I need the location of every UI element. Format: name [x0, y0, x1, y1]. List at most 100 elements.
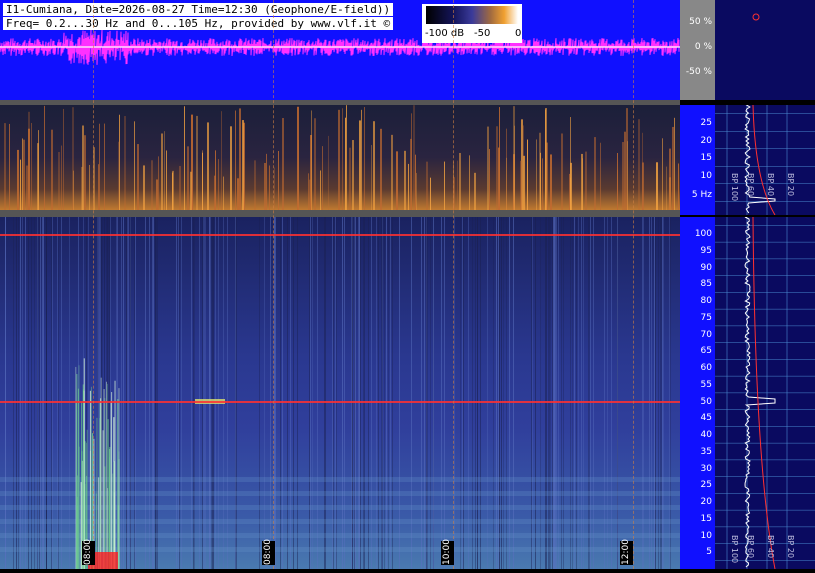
spectral-streak	[569, 173, 570, 210]
spectral-column	[548, 217, 549, 569]
burst-streak	[102, 430, 104, 569]
high-tick: 30	[700, 463, 712, 474]
spectral-column	[22, 217, 23, 569]
high-tick: 25	[700, 480, 712, 491]
spectral-column	[312, 217, 313, 569]
spectral-column	[128, 217, 129, 569]
spectral-column	[205, 217, 206, 569]
spectral-streak	[674, 117, 675, 210]
time-gridline	[633, 0, 634, 569]
side-spectrum-high: BP 100 BP 60 BP 40 BP 20	[715, 216, 815, 570]
spectral-column	[317, 217, 318, 569]
spectral-column	[576, 217, 577, 569]
spectral-column	[441, 217, 442, 569]
spectral-column	[607, 217, 608, 569]
spectral-column	[145, 217, 146, 569]
colorbar-gradient	[426, 6, 518, 24]
spectral-streak	[489, 149, 490, 210]
spectral-column	[69, 217, 70, 569]
spectral-streak	[99, 123, 100, 210]
time-gridline	[93, 0, 94, 569]
spectral-column	[28, 217, 29, 569]
spectral-streak	[410, 138, 412, 210]
spectral-streak	[320, 170, 321, 210]
spectral-column	[280, 217, 281, 569]
spectral-column	[553, 217, 554, 569]
high-tick: 70	[700, 329, 712, 340]
spectral-streak	[373, 121, 375, 210]
spectral-streak	[581, 153, 583, 210]
spectral-streak	[119, 114, 120, 210]
spectral-streak	[506, 157, 507, 210]
spectral-column	[46, 217, 47, 569]
time-label: 08:00	[82, 539, 95, 565]
spectral-column	[399, 217, 400, 569]
spectral-streak	[514, 125, 515, 210]
spectral-column	[444, 217, 445, 569]
spectral-streak	[594, 137, 596, 210]
bp-label: BP 60	[746, 535, 755, 559]
spectral-streak	[364, 107, 365, 210]
spectral-column	[134, 217, 135, 569]
spectral-streak	[17, 149, 19, 210]
spectral-column	[581, 217, 582, 569]
spectral-column	[204, 217, 205, 569]
spectral-streak	[638, 119, 640, 210]
spectral-streak	[221, 111, 222, 210]
spectral-streak	[202, 152, 203, 210]
spectral-column	[181, 217, 182, 569]
low-tick: 25	[700, 118, 712, 128]
burst-streak	[111, 392, 113, 569]
spectral-column	[427, 217, 428, 569]
header-line-2: Freq= 0.2...30 Hz and 0...105 Hz, provid…	[3, 17, 394, 30]
spectral-column	[344, 217, 345, 569]
spectral-streak	[444, 161, 445, 210]
spectral-streak	[536, 139, 537, 210]
spectral-column	[384, 217, 385, 569]
spectral-streak	[666, 166, 667, 210]
spectral-streak	[413, 105, 415, 210]
burst-streak	[114, 380, 116, 569]
spectral-column	[43, 217, 44, 569]
spectral-column	[570, 217, 571, 569]
spectral-streak	[20, 159, 21, 210]
spectral-column	[336, 217, 337, 569]
low-tick: 15	[700, 153, 712, 163]
spectral-streak	[457, 160, 458, 210]
spectral-column	[194, 217, 195, 569]
spectral-column	[651, 217, 652, 569]
side-spectrum-low: BP 100 BP 60 BP 40 BP 20	[715, 104, 815, 216]
spectral-column	[275, 217, 276, 569]
spectral-column	[509, 217, 510, 569]
spectral-streak	[669, 148, 671, 210]
bp-label: BP 40	[766, 535, 775, 559]
spectral-streak	[254, 160, 256, 210]
spectral-column	[157, 217, 158, 569]
high-tick: 40	[700, 430, 712, 440]
spectral-streak	[172, 170, 174, 210]
time-label: 12:00	[620, 539, 633, 565]
spectral-column	[354, 217, 355, 569]
spectrum-curve	[744, 216, 776, 568]
spectral-streak	[404, 150, 406, 210]
spectral-streak	[28, 111, 30, 210]
spectral-streak	[539, 132, 541, 210]
spectral-streak	[190, 171, 192, 210]
spectral-column	[193, 217, 194, 569]
spectral-streak	[617, 169, 618, 210]
high-tick: 5	[706, 547, 712, 558]
spectral-streak	[624, 131, 626, 210]
spectral-column	[611, 217, 612, 569]
panel-separator	[0, 210, 680, 217]
spectral-column	[376, 217, 377, 569]
spectral-streak	[322, 146, 323, 210]
spectral-column	[463, 217, 464, 569]
spectral-column	[433, 217, 434, 569]
spectral-column	[590, 217, 591, 569]
spectral-column	[531, 217, 532, 569]
high-tick: 95	[700, 245, 712, 256]
spectral-streak	[678, 163, 679, 210]
marker-circle-icon	[752, 13, 760, 21]
spectral-column	[135, 217, 136, 569]
spectral-column	[540, 217, 541, 569]
